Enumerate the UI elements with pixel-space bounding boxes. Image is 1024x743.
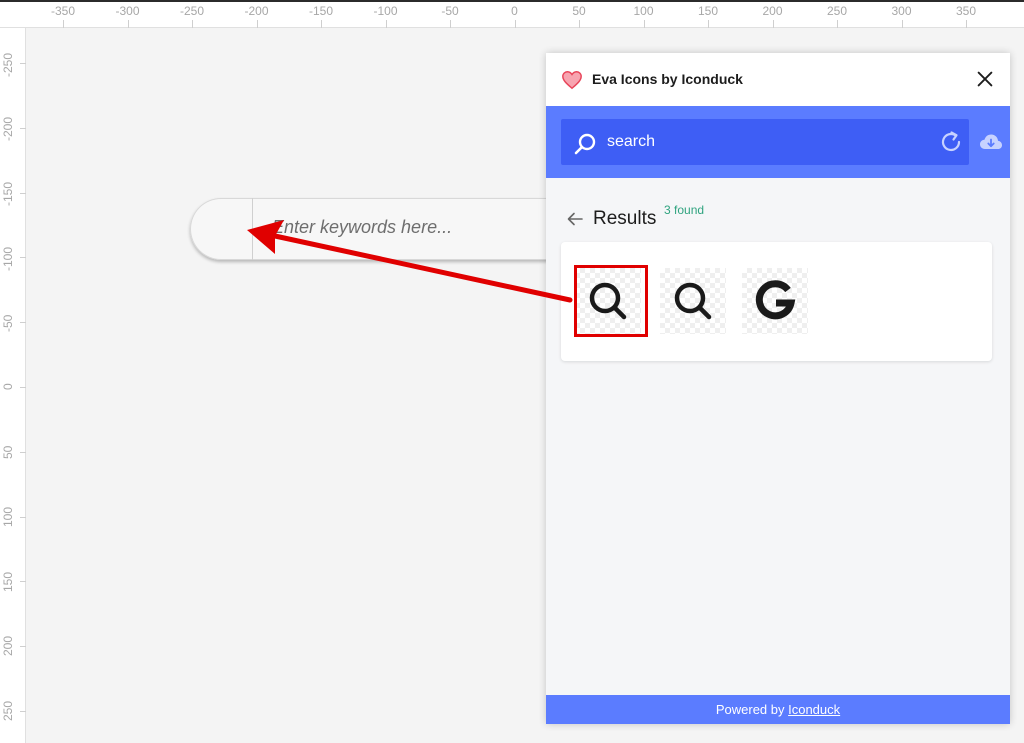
ruler-x-tick: [708, 20, 709, 28]
search-outline-icon: [674, 282, 712, 320]
ruler-y-tick: [20, 451, 26, 453]
ruler-y-tick: [20, 711, 26, 712]
ruler-y-label: 150: [1, 571, 15, 592]
search-icon: [574, 133, 596, 155]
ruler-x-tick: [579, 20, 580, 28]
ruler-x-tick: [321, 20, 322, 28]
ruler-x-tick: [385, 20, 387, 28]
ruler-x-label: 250: [826, 4, 848, 18]
ruler-y-label: 50: [1, 445, 15, 459]
selection-highlight: [574, 265, 648, 337]
ruler-x-tick: [514, 20, 516, 28]
ruler-x-label: 200: [762, 4, 783, 18]
ruler-y-tick: [20, 257, 26, 259]
close-icon[interactable]: [974, 68, 996, 90]
ruler-y-tick: [20, 322, 26, 324]
ruler-y-label: 100: [1, 506, 15, 527]
result-tile-google[interactable]: [742, 268, 808, 334]
iconduck-link[interactable]: Iconduck: [788, 702, 840, 717]
ruler-x-label: -350: [50, 4, 76, 18]
ruler-x-tick: [966, 20, 967, 28]
plugin-panel: Eva Icons by Iconduck search Results 3 f: [546, 53, 1010, 724]
top-border-line: [0, 0, 1024, 2]
ruler-y-label: -150: [1, 182, 15, 207]
ruler-x-tick: [192, 20, 193, 28]
ruler-y-label: 250: [1, 701, 15, 722]
ruler-x-label: -300: [115, 4, 140, 18]
ruler-x-label: 50: [572, 4, 586, 18]
ruler-y-tick: [20, 63, 26, 64]
ruler-y-label: 0: [1, 383, 15, 391]
ruler-x-label: -150: [308, 4, 334, 18]
ruler-x-tick: [837, 20, 838, 28]
ruler-x-label: 150: [697, 4, 719, 18]
plugin-title: Eva Icons by Iconduck: [592, 71, 743, 87]
ruler-x-tick: [901, 20, 903, 28]
ruler-x-label: 100: [633, 4, 654, 18]
ruler-y-tick: [20, 646, 26, 648]
ruler-y-label: -50: [1, 315, 15, 333]
ruler-x-tick: [450, 20, 451, 28]
ruler-y-tick: [20, 127, 26, 129]
ruler-y-label: -100: [1, 246, 15, 271]
ruler-y-tick: [20, 387, 26, 388]
ruler-x-tick: [772, 20, 774, 28]
ruler-x-label: -200: [244, 4, 269, 18]
results-count: 3 found: [664, 203, 705, 217]
search-band: search: [546, 106, 1010, 178]
heart-icon: [562, 71, 582, 90]
footer-text: Powered by: [715, 702, 789, 717]
ruler-x-tick: [256, 20, 258, 28]
result-tile-search-outline[interactable]: [660, 268, 726, 334]
plugin-header: Eva Icons by Iconduck: [546, 53, 1010, 107]
icon-search-input[interactable]: search: [561, 119, 969, 165]
ruler-y-label: -200: [1, 117, 15, 142]
ruler-x-tick: [127, 20, 129, 28]
ruler-y-label: -250: [1, 52, 15, 77]
horizontal-ruler: -350 -300 -250 -200 -150 -100 -50 0 50 100 150 200 2…: [0, 0, 1024, 28]
canvas-search-bar[interactable]: Enter keywords here...: [190, 198, 590, 260]
cloud-download-icon[interactable]: [978, 131, 1004, 153]
refresh-icon[interactable]: [937, 128, 965, 156]
search-bar-placeholder: Enter keywords here...: [272, 217, 453, 237]
search-bar-divider: [252, 198, 253, 260]
arrow-back-icon[interactable]: [566, 211, 584, 227]
ruler-x-label: 0: [511, 4, 518, 18]
vertical-ruler: -250 -200 -150 -100 -50 0 50 100 150 200 250: [0, 28, 26, 743]
ruler-y-tick: [20, 581, 26, 583]
ruler-y-tick: [20, 192, 26, 194]
search-value: search: [607, 133, 656, 150]
ruler-x-label: -50: [441, 4, 459, 18]
results-title: Results: [593, 208, 657, 229]
ruler-x-label: 350: [955, 4, 977, 18]
ruler-x-tick: [63, 20, 64, 28]
ruler-y-tick: [20, 516, 26, 518]
google-icon: [755, 280, 796, 320]
ruler-y-label: 200: [1, 636, 15, 657]
ruler-x-label: -100: [373, 4, 398, 18]
ruler-x-label: 300: [891, 4, 912, 18]
plugin-footer: Powered by Iconduck: [546, 695, 1010, 724]
ruler-x-tick: [643, 20, 645, 28]
ruler-x-label: -250: [179, 4, 205, 18]
